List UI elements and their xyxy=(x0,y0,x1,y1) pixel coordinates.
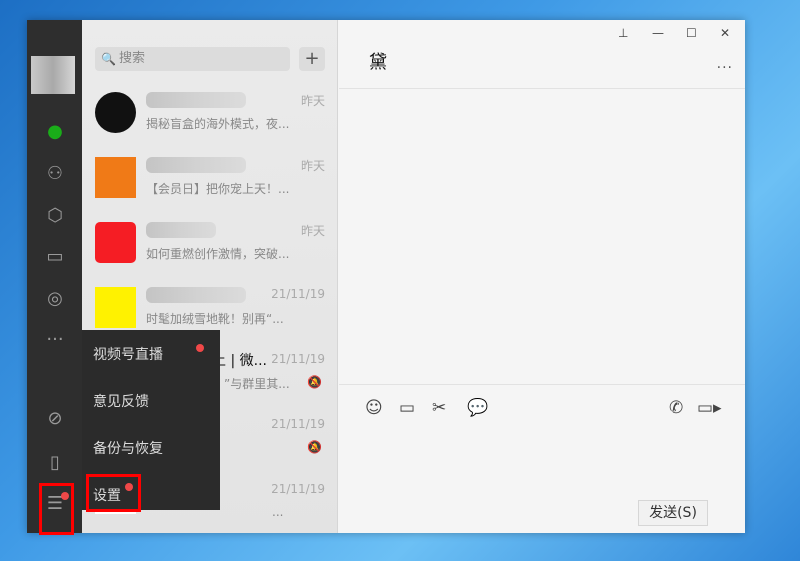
preview: ”与群里其... xyxy=(224,377,290,391)
highlight-menu-button xyxy=(39,483,74,535)
name-blurred xyxy=(146,157,246,173)
highlight-settings xyxy=(86,474,141,512)
preview: 时髦加绒雪地靴！别再“... xyxy=(146,312,284,326)
contacts-icon[interactable]: ⚇ xyxy=(43,162,67,186)
avatar xyxy=(95,287,136,328)
notification-dot xyxy=(196,344,204,352)
files-icon[interactable]: ▭ xyxy=(43,245,67,269)
menu-item-backup[interactable]: 备份与恢复 xyxy=(93,438,163,458)
time: 21/11/19 xyxy=(271,287,325,301)
time: 21/11/19 xyxy=(271,417,325,431)
avatar xyxy=(95,92,136,133)
search-placeholder: 搜索 xyxy=(119,51,146,66)
list-item[interactable]: 昨天 【会员日】把你宠上天！... xyxy=(82,147,338,212)
menu-item-live[interactable]: 视频号直播 xyxy=(93,344,163,364)
time: 21/11/19 xyxy=(271,482,325,496)
time: 21/11/19 xyxy=(271,352,325,366)
pin-button[interactable]: ⊥ xyxy=(618,26,628,40)
comment-icon[interactable]: 💬 xyxy=(467,398,488,418)
list-item[interactable]: 昨天 如何重燃创作激情，突破... xyxy=(82,212,338,277)
name-blurred xyxy=(146,92,246,108)
chat-title: 黛 xyxy=(369,52,387,73)
send-button[interactable]: 发送(S) xyxy=(638,500,708,526)
voice-call-icon[interactable]: ✆ xyxy=(669,398,683,418)
name-blurred xyxy=(146,287,246,303)
time: 昨天 xyxy=(300,159,325,173)
avatar xyxy=(95,222,136,263)
menu-item-feedback[interactable]: 意见反馈 xyxy=(93,391,149,411)
phone-icon[interactable]: ▯ xyxy=(43,451,67,475)
mini-program-icon[interactable]: ⊘ xyxy=(43,407,67,431)
preview: 如何重燃创作激情，突破... xyxy=(146,247,290,261)
emoji-icon[interactable]: ☺ xyxy=(365,398,383,418)
video-call-icon[interactable]: ▭▸ xyxy=(697,398,722,418)
time: 昨天 xyxy=(300,94,325,108)
close-button[interactable]: ✕ xyxy=(720,26,730,40)
time: 昨天 xyxy=(300,224,325,238)
chat-panel: ⊥ — ☐ ✕ 黛 ... ☺ ▭ ✂ 💬 ✆ ▭▸ 发送(S) xyxy=(339,20,745,533)
preview: 揭秘盲盒的海外模式，夜... xyxy=(146,117,290,131)
more-icon[interactable]: ··· xyxy=(43,328,67,352)
scissors-icon[interactable]: ✂ xyxy=(432,398,446,418)
moments-icon[interactable]: ◎ xyxy=(43,287,67,311)
divider xyxy=(339,88,745,89)
maximize-button[interactable]: ☐ xyxy=(686,26,697,40)
list-item[interactable]: 昨天 揭秘盲盒的海外模式，夜... xyxy=(82,82,338,147)
search-input[interactable]: 🔍 搜索 xyxy=(95,47,290,71)
minimize-button[interactable]: — xyxy=(652,26,664,40)
chat-icon[interactable]: ● xyxy=(43,120,67,144)
sidebar: ● ⚇ ⬡ ▭ ◎ ··· ⊘ ▯ ☰ xyxy=(27,20,82,533)
name: 上 | 微... xyxy=(212,353,267,369)
mute-icon: 🔕 xyxy=(307,375,322,389)
name-blurred xyxy=(146,222,216,238)
preview: ... xyxy=(272,505,284,519)
folder-icon[interactable]: ▭ xyxy=(399,398,415,418)
search-icon: 🔍 xyxy=(101,52,116,66)
add-button[interactable]: + xyxy=(299,47,325,71)
collections-icon[interactable]: ⬡ xyxy=(43,204,67,228)
avatar xyxy=(95,157,136,198)
mute-icon: 🔕 xyxy=(307,440,322,454)
divider xyxy=(339,384,745,385)
user-avatar[interactable] xyxy=(31,56,75,94)
more-options-button[interactable]: ... xyxy=(717,56,733,72)
preview: 【会员日】把你宠上天！... xyxy=(146,182,290,196)
